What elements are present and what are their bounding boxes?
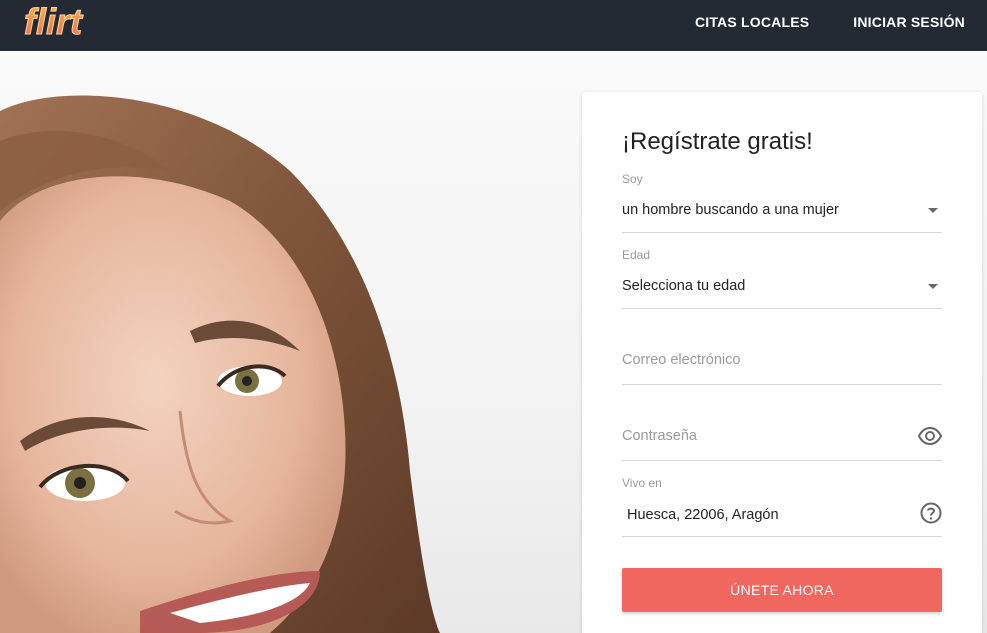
woman-portrait-image — [0, 95, 440, 633]
age-select[interactable]: Edad Selecciona tu edad — [622, 248, 942, 309]
age-label: Edad — [622, 248, 651, 262]
join-now-button[interactable]: ÚNETE AHORA — [622, 568, 942, 612]
signup-title: ¡Regístrate gratis! — [622, 128, 813, 155]
password-placeholder: Contraseña — [622, 428, 697, 444]
nav-login-link[interactable]: INICIAR SESIÓN — [853, 14, 965, 30]
main-nav: CITAS LOCALES INICIAR SESIÓN — [695, 0, 965, 44]
password-field[interactable]: Contraseña — [622, 400, 942, 461]
signup-card: ¡Regístrate gratis! Soy un hombre buscan… — [582, 92, 982, 633]
i-am-select[interactable]: Soy un hombre buscando a una mujer — [622, 172, 942, 233]
email-field[interactable]: Correo electrónico — [622, 324, 942, 385]
age-value: Selecciona tu edad — [622, 278, 746, 294]
flirt-logo[interactable]: flirt — [22, 2, 94, 42]
nav-local-dates-link[interactable]: CITAS LOCALES — [695, 14, 809, 30]
help-circle-icon[interactable] — [920, 502, 942, 524]
top-navbar: flirt CITAS LOCALES INICIAR SESIÓN — [0, 0, 987, 51]
svg-text:flirt: flirt — [24, 2, 84, 42]
i-am-value: un hombre buscando a una mujer — [622, 202, 839, 218]
location-label: Vivo en — [622, 476, 662, 490]
eye-icon[interactable] — [918, 424, 942, 448]
caret-down-icon — [928, 284, 938, 289]
email-placeholder: Correo electrónico — [622, 352, 741, 368]
caret-down-icon — [928, 208, 938, 213]
location-field[interactable]: Vivo en Huesca, 22006, Aragón — [622, 476, 942, 537]
location-value: Huesca, 22006, Aragón — [627, 507, 779, 523]
i-am-label: Soy — [622, 172, 643, 186]
